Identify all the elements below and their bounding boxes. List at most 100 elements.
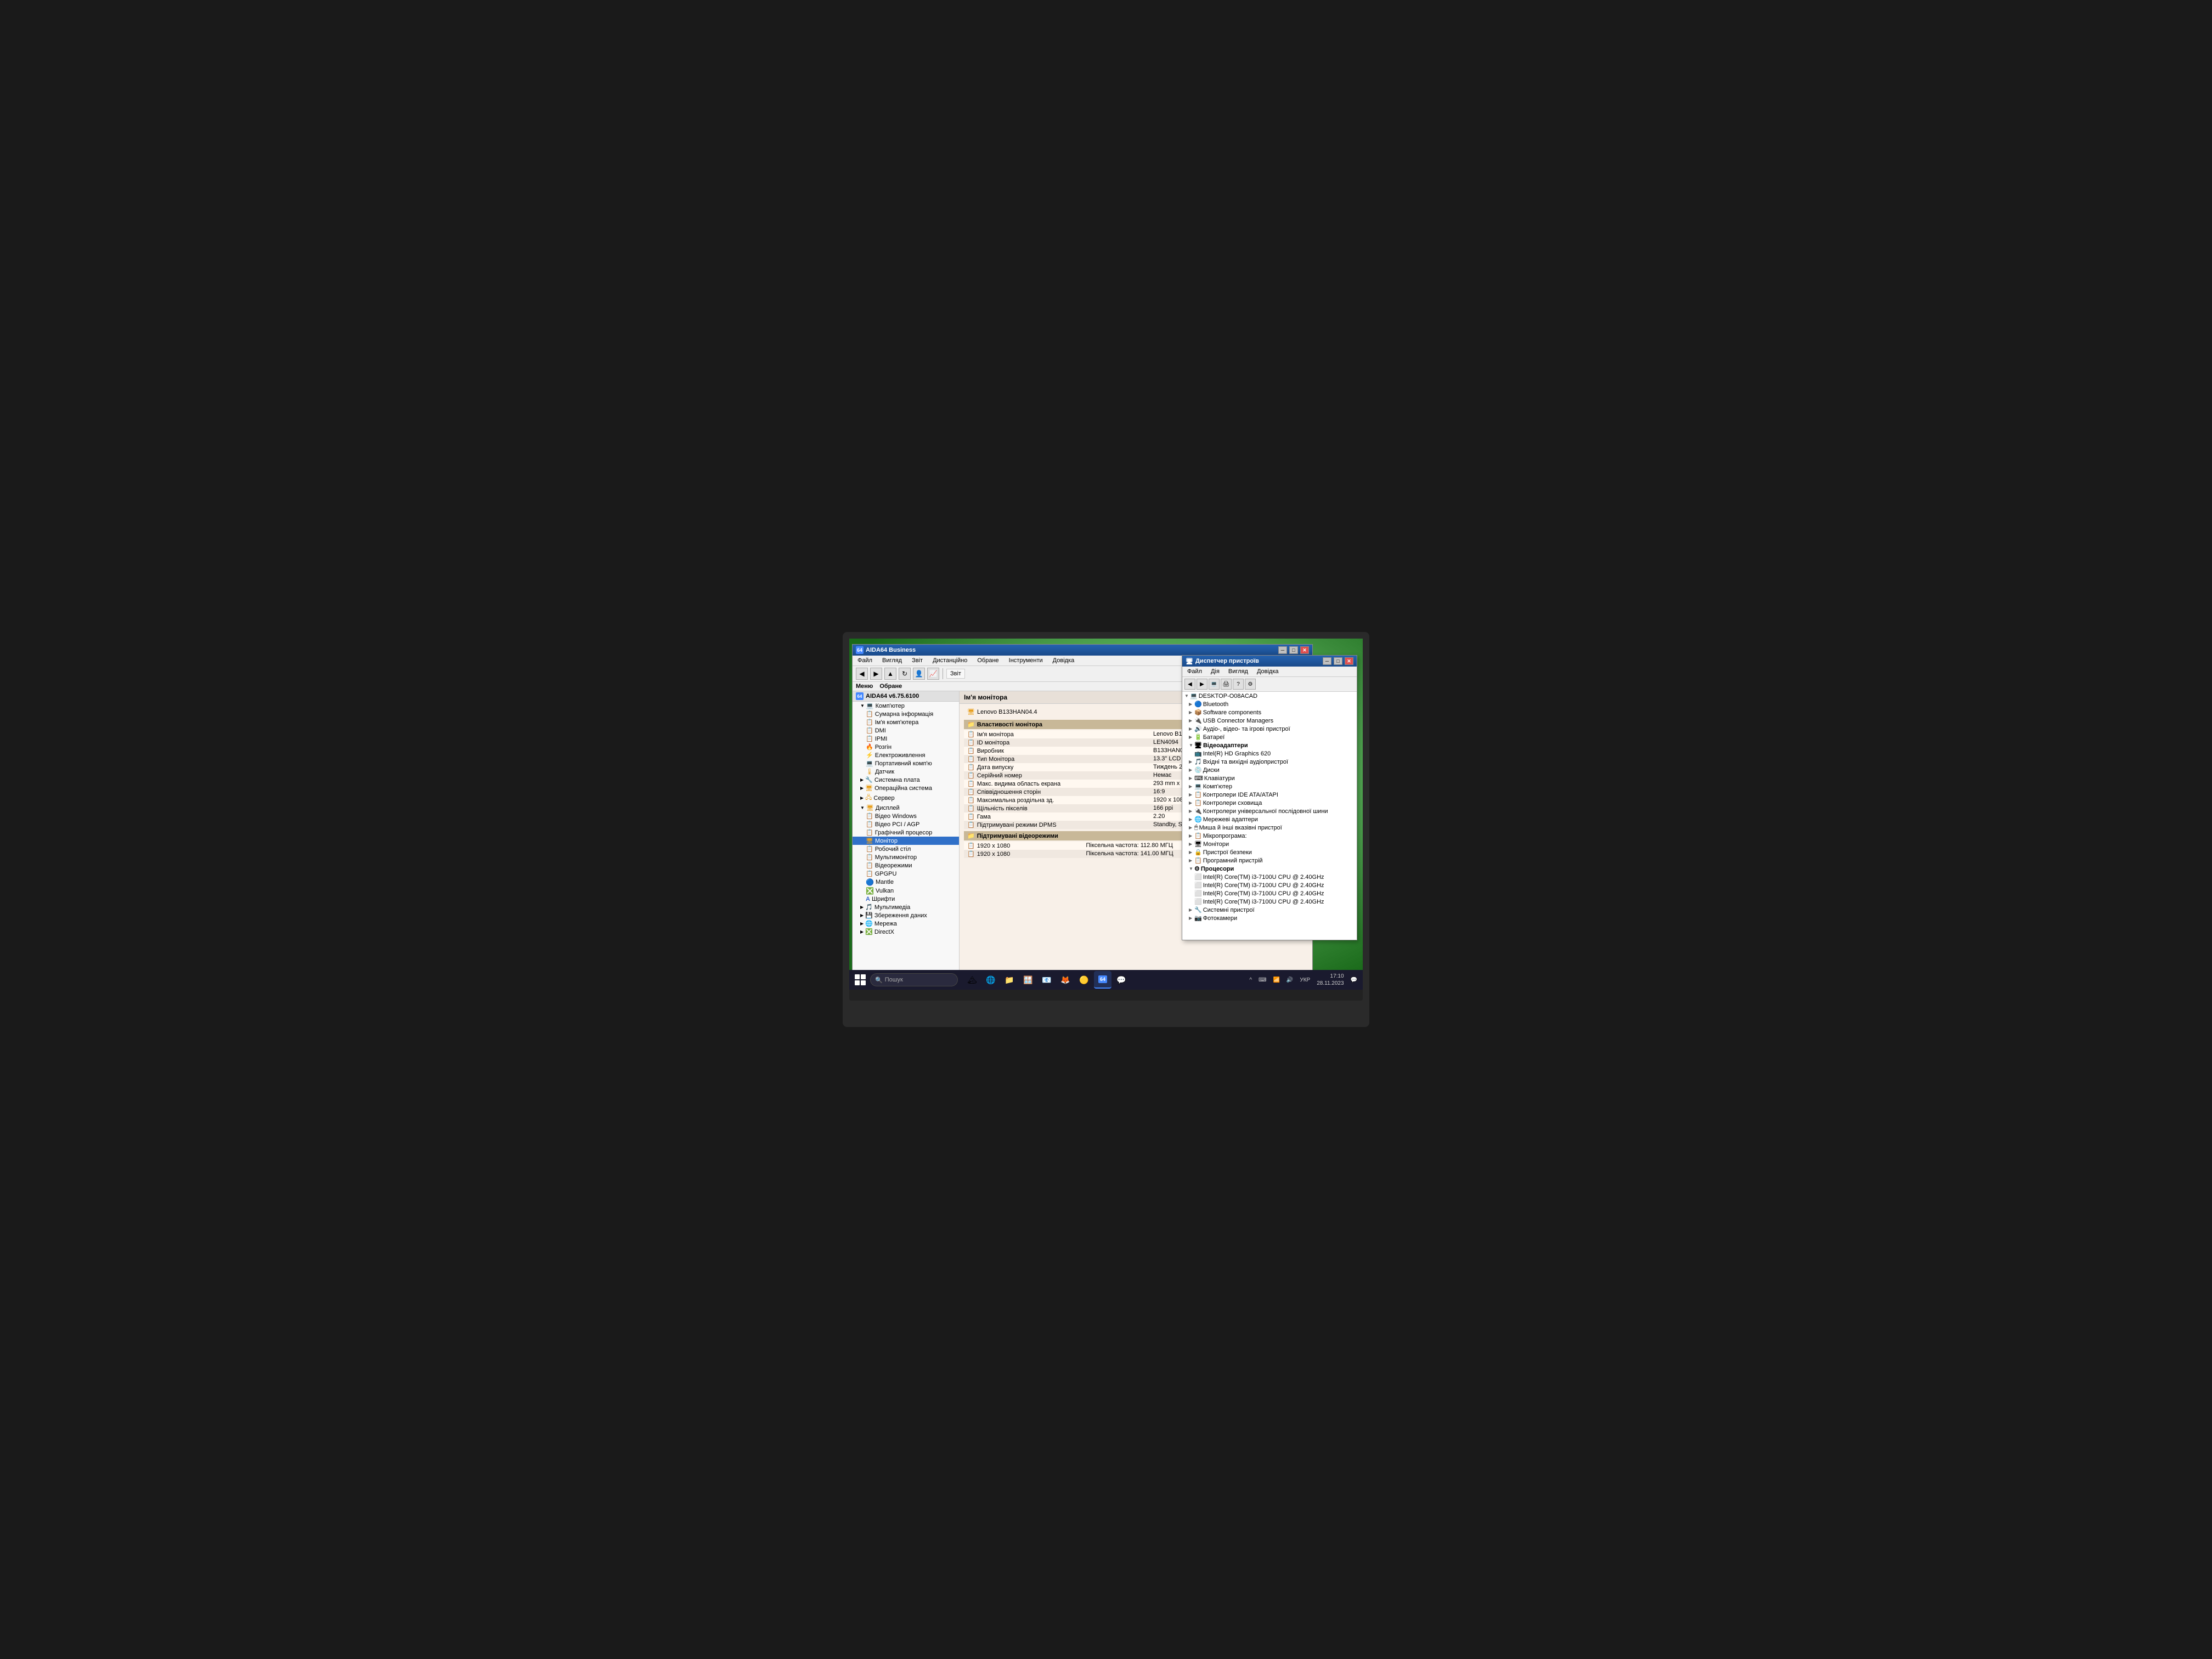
menu-view[interactable]: Вигляд	[881, 657, 904, 664]
sidebar-item-gpu[interactable]: 📋 Графічний процесор	[853, 828, 959, 837]
dm-computer-btn[interactable]: 💻	[1209, 679, 1220, 690]
sidebar-item-sensor[interactable]: 🌡 Датчик	[853, 768, 959, 776]
sidebar-item-network[interactable]: ▶ 🌐 Мережа	[853, 919, 959, 928]
taskbar-app-store[interactable]: 🪟	[1019, 971, 1037, 989]
favorites-label[interactable]: Обране	[879, 683, 902, 690]
dm-root-item[interactable]: ▼ 💻 DESKTOP-O08ACAD	[1182, 692, 1357, 700]
dm-cpu1-item[interactable]: ⬜ Intel(R) Core(TM) i3-7100U CPU @ 2.40G…	[1182, 881, 1357, 889]
dm-maximize-button[interactable]: □	[1334, 657, 1342, 665]
taskbar-app-chrome[interactable]: 🟡	[1075, 971, 1093, 989]
user-button[interactable]: 👤	[913, 668, 925, 680]
sidebar-item-video-pci[interactable]: 📋 Відео PCI / AGP	[853, 820, 959, 828]
start-button[interactable]	[853, 972, 868, 988]
tray-network[interactable]: 📶	[1271, 976, 1282, 984]
dm-forward-btn[interactable]: ▶	[1197, 679, 1207, 690]
dm-audio-item[interactable]: ▶ 🔊 Аудіо-, відео- та ігрові пристрої	[1182, 725, 1357, 733]
sidebar-item-display[interactable]: ▼ 🖥 Дисплей	[853, 804, 959, 812]
sidebar-item-power[interactable]: ⚡ Електроживлення	[853, 751, 959, 759]
menu-help[interactable]: Довідка	[1051, 657, 1076, 664]
dm-properties-btn[interactable]: ⚙	[1245, 679, 1256, 690]
sidebar-item-multimedia[interactable]: ▶ 🎵 Мультимедіа	[853, 903, 959, 911]
sidebar-item-desktop[interactable]: 📋 Робочий стіл	[853, 845, 959, 853]
minimize-button[interactable]: ─	[1278, 646, 1287, 654]
forward-button[interactable]: ▶	[870, 668, 882, 680]
system-clock[interactable]: 17:10 28.11.2023	[1314, 972, 1346, 988]
sidebar-item-dmi[interactable]: 📋 DMI	[853, 726, 959, 735]
dm-ide-controllers-item[interactable]: ▶ 📋 Контролери IDE ATA/ATAPI	[1182, 791, 1357, 799]
dm-cpu3-item[interactable]: ⬜ Intel(R) Core(TM) i3-7100U CPU @ 2.40G…	[1182, 898, 1357, 906]
dm-disks-item[interactable]: ▶ 💿 Диски	[1182, 766, 1357, 774]
dm-menu-view[interactable]: Вигляд	[1227, 668, 1250, 675]
tray-keyboard[interactable]: ⌨	[1256, 976, 1268, 984]
sidebar-item-gpgpu[interactable]: 📋 GPGPU	[853, 870, 959, 878]
tray-volume[interactable]: 🔊	[1284, 976, 1295, 984]
tray-expand[interactable]: ^	[1247, 976, 1254, 984]
sidebar-item-directx[interactable]: ▶ ❎ DirectX	[853, 928, 959, 936]
dm-intel-hd620-item[interactable]: 📺 Intel(R) HD Graphics 620	[1182, 749, 1357, 758]
close-button[interactable]: ✕	[1300, 646, 1309, 654]
sidebar-item-multimonitor[interactable]: 📋 Мультимонітор	[853, 853, 959, 861]
dm-keyboards-item[interactable]: ▶ ⌨ Клавіатури	[1182, 774, 1357, 782]
sidebar-item-summary[interactable]: 📋 Сумарна інформація	[853, 710, 959, 718]
menu-label[interactable]: Меню	[856, 683, 873, 690]
dm-mice-item[interactable]: ▶ 🖱 Миша й інші вказівні пристрої	[1182, 823, 1357, 832]
menu-tools[interactable]: Інструменти	[1007, 657, 1045, 664]
sidebar-item-videomodes[interactable]: 📋 Відеорежими	[853, 861, 959, 870]
menu-remote[interactable]: Дистанційно	[931, 657, 969, 664]
dm-help-btn[interactable]: ?	[1233, 679, 1244, 690]
refresh-button[interactable]: ↻	[899, 668, 911, 680]
taskbar-app-edge[interactable]: 🌐	[982, 971, 1000, 989]
taskbar-app-mountain[interactable]: 🏔	[963, 971, 981, 989]
dm-cpu2-item[interactable]: ⬜ Intel(R) Core(TM) i3-7100U CPU @ 2.40G…	[1182, 889, 1357, 898]
dm-close-button[interactable]: ✕	[1345, 657, 1353, 665]
sidebar-item-computer-name[interactable]: 📋 Ім'я комп'ютера	[853, 718, 959, 726]
dm-software-device-item[interactable]: ▶ 📋 Програмний пристрій	[1182, 856, 1357, 865]
dm-network-adapters-item[interactable]: ▶ 🌐 Мережеві адаптери	[1182, 815, 1357, 823]
back-button[interactable]: ◀	[856, 668, 868, 680]
dm-video-adapters-item[interactable]: ▼ 🖥 Відеоадаптери	[1182, 741, 1357, 749]
dm-system-devices-item[interactable]: ▶ 🔧 Системні пристрої	[1182, 906, 1357, 914]
dm-monitors-item[interactable]: ▶ 🖥 Монітори	[1182, 840, 1357, 848]
menu-favorites[interactable]: Обране	[975, 657, 1000, 664]
taskbar-app-teams[interactable]: 💬	[1113, 971, 1130, 989]
sidebar-item-vulkan[interactable]: ❎ Vulkan	[853, 887, 959, 895]
dm-software-components-item[interactable]: ▶ 📦 Software components	[1182, 708, 1357, 716]
sidebar-item-video-windows[interactable]: 📋 Відео Windows	[853, 812, 959, 820]
sidebar-item-portable[interactable]: 💻 Портативний комп'ю	[853, 759, 959, 768]
dm-bluetooth-item[interactable]: ▶ 🔵 Bluetooth	[1182, 700, 1357, 708]
dm-firmware-item[interactable]: ▶ 📋 Мікропрограма:	[1182, 832, 1357, 840]
dm-computer-item[interactable]: ▶ 💻 Комп'ютер	[1182, 782, 1357, 791]
taskbar-app-explorer[interactable]: 📁	[1001, 971, 1018, 989]
menu-report[interactable]: Звіт	[910, 657, 924, 664]
sidebar-item-storage[interactable]: ▶ 💾 Збереження даних	[853, 911, 959, 919]
dm-cpu0-item[interactable]: ⬜ Intel(R) Core(TM) i3-7100U CPU @ 2.40G…	[1182, 873, 1357, 881]
taskbar-app-aida64[interactable]: 64	[1094, 971, 1111, 989]
taskbar-app-mail[interactable]: 📧	[1038, 971, 1056, 989]
dm-cameras-item[interactable]: ▶ 📷 Фотокамери	[1182, 914, 1357, 922]
titlebar-controls[interactable]: ─ □ ✕	[1278, 646, 1309, 654]
dm-menu-file[interactable]: Файл	[1186, 668, 1204, 675]
dm-print-btn[interactable]: 🖨	[1221, 679, 1232, 690]
dm-processors-item[interactable]: ▼ ⚙ Процесори	[1182, 865, 1357, 873]
dm-minimize-button[interactable]: ─	[1323, 657, 1331, 665]
dm-menu-help[interactable]: Довідка	[1255, 668, 1280, 675]
dm-audio-io-item[interactable]: ▶ 🎵 Вхідні та вихідні аудіопристрої	[1182, 758, 1357, 766]
sidebar-item-ipmi[interactable]: 📋 IPMI	[853, 735, 959, 743]
sidebar-item-overclock[interactable]: 🔥 Розгін	[853, 743, 959, 751]
sidebar-item-mantle[interactable]: 🔵 Mantle	[853, 878, 959, 887]
tray-language[interactable]: УКР	[1297, 976, 1312, 984]
dm-usb-controllers-item[interactable]: ▶ 🔌 Контролери універсальної послідовної…	[1182, 807, 1357, 815]
tray-notifications[interactable]: 💬	[1348, 976, 1359, 984]
sidebar-item-computer[interactable]: ▼ 💻 Комп'ютер	[853, 702, 959, 710]
chart-button[interactable]: 📈	[927, 668, 939, 680]
maximize-button[interactable]: □	[1289, 646, 1298, 654]
sidebar-item-os[interactable]: ▶ 🖥 Операційна система	[853, 784, 959, 792]
sidebar-item-monitor[interactable]: 🖥 Монітор	[853, 837, 959, 845]
menu-file[interactable]: Файл	[856, 657, 874, 664]
dm-menu-action[interactable]: Дія	[1209, 668, 1221, 675]
dm-titlebar-controls[interactable]: ─ □ ✕	[1323, 657, 1353, 665]
taskbar-app-firefox[interactable]: 🦊	[1057, 971, 1074, 989]
up-button[interactable]: ▲	[884, 668, 896, 680]
search-bar[interactable]: 🔍 Пошук	[870, 973, 958, 986]
sidebar-item-mainboard[interactable]: ▶ 🔧 Системна плата	[853, 776, 959, 784]
